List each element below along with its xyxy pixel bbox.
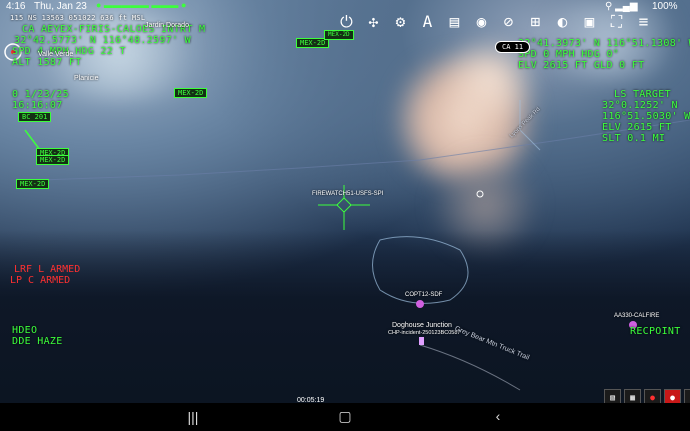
- wifi-icon: ⚲ ▂▄▆: [605, 1, 638, 12]
- firewatch-label: FIREWATCH51-USFS-SPI: [312, 191, 384, 197]
- drone-icon[interactable]: ✣: [364, 12, 383, 31]
- place-label: Planicie: [74, 75, 99, 82]
- incident-marker[interactable]: [419, 337, 424, 345]
- lpc-armed: LP C ARMED: [10, 275, 71, 286]
- lrf-armed: LRF L ARMED: [14, 264, 81, 275]
- mex-tag[interactable]: MEX-2D: [36, 155, 70, 165]
- hud-ls-target-title: LS TARGET: [614, 89, 671, 100]
- hud-target-coords: 32°41.3973' N 116°51.1308' W: [518, 38, 690, 49]
- hud-ls-target-lat: 32°0.1252' N: [602, 100, 678, 111]
- helicopter-marker[interactable]: [416, 300, 424, 308]
- incident-label: CHP-incident-250123BC0587: [388, 330, 461, 336]
- filter-mode: DDE HAZE: [12, 336, 63, 347]
- map-icon[interactable]: ⛶: [607, 12, 626, 31]
- bc-tag[interactable]: BC 201: [18, 112, 52, 122]
- android-nav-bar: ||| ▢ ‹: [0, 403, 690, 431]
- home-icon[interactable]: ▢: [333, 408, 357, 425]
- text-icon[interactable]: A: [418, 12, 437, 31]
- mex-tag[interactable]: MEX-2D: [174, 88, 208, 98]
- hud-ls-target-slt: SLT 0.1 MI: [602, 133, 666, 144]
- back-icon[interactable]: ‹: [486, 408, 510, 424]
- hud-date: 0 1/23/25: [12, 89, 69, 100]
- target-icon[interactable]: ⊘: [499, 12, 518, 31]
- layers-icon[interactable]: ▣: [580, 12, 599, 31]
- film-icon[interactable]: ▤: [445, 12, 464, 31]
- hud-target-speed: SPD 0 MPH HDG 0°: [518, 49, 620, 60]
- aircraft-label: AA330-CALFIRE: [614, 313, 660, 319]
- hud-ls-target-elv: ELV 2615 FT: [602, 122, 672, 133]
- hud-sensor-line: 115 NS 13563 051022 636 ft MSL: [10, 14, 146, 22]
- target-marker: [476, 190, 484, 198]
- hud-own-altitude: ALT 1587 FT: [12, 57, 82, 68]
- menu-icon[interactable]: ≡: [634, 12, 653, 31]
- contrast-icon[interactable]: ◐: [553, 12, 572, 31]
- doghouse-label: Doghouse Junction: [392, 322, 452, 329]
- grid-icon[interactable]: ⊞: [526, 12, 545, 31]
- mex-tag[interactable]: MEX-2D: [324, 30, 354, 40]
- hud-time: 16:16:07: [12, 100, 63, 111]
- place-label: Valle Verde: [38, 51, 74, 58]
- hud-target-elevation: ELV 2615 FT GLD 0 FT: [518, 60, 645, 71]
- boundary-line: [39, 119, 690, 181]
- place-label: Jardin Dorado: [145, 22, 189, 29]
- camera-icon[interactable]: ◉: [472, 12, 491, 31]
- gear-icon[interactable]: ⚙: [391, 12, 410, 31]
- notification-dots-icon: ● ▬▬▬▬▬ ▬▬▬ ●: [96, 0, 187, 10]
- toolbar: ⏻ ✣ ⚙ A ▤ ◉ ⊘ ⊞ ◐ ▣ ⛶ ≡: [337, 12, 662, 34]
- copt-label: COPT12-SDF: [405, 292, 443, 298]
- video-mode: HDEO: [12, 325, 38, 336]
- clock: 4:16: [6, 1, 26, 12]
- battery-level: 100%: [652, 1, 678, 12]
- hud-own-coords: 32°42.5773' N 116°48.2597' W: [14, 35, 191, 46]
- hud-ls-target-lon: 116°51.5030' W: [602, 111, 690, 122]
- power-icon[interactable]: ⏻: [337, 12, 356, 31]
- date: Thu, Jan 23: [34, 1, 87, 12]
- ca-tag[interactable]: CA 11: [495, 41, 531, 53]
- recent-apps-icon[interactable]: |||: [181, 409, 205, 425]
- mex-tag[interactable]: MEX-2D: [16, 179, 50, 189]
- recpoint-label: RECPOINT: [630, 326, 681, 337]
- pointer-arrow: [24, 129, 41, 151]
